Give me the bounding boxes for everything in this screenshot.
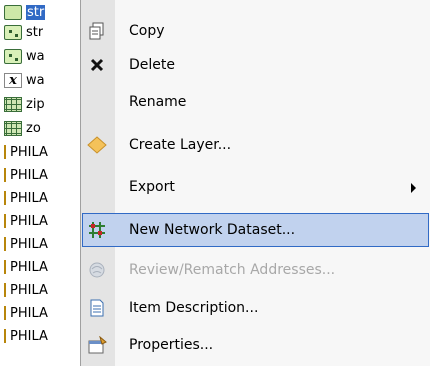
tree-item-label: PHILA	[10, 282, 48, 298]
context-menu: Copy Delete Rename Create Layer... Expor…	[80, 0, 430, 366]
catalog-tree: str str wa x wa zip zo PHILA PHILA PHILA…	[0, 0, 80, 366]
folder-bracket-icon	[3, 329, 6, 343]
folder-bracket-icon	[3, 306, 6, 320]
folder-bracket-icon	[3, 237, 6, 251]
folder-bracket-icon	[3, 145, 6, 159]
tree-item-label: PHILA	[10, 167, 48, 183]
menu-item-label: Item Description...	[129, 300, 259, 316]
tree-item-label: wa	[26, 48, 45, 64]
folder-bracket-icon	[3, 283, 6, 297]
tree-item[interactable]: PHILA	[0, 255, 48, 279]
menu-item-label: Export	[129, 179, 175, 195]
tree-item[interactable]: PHILA	[0, 186, 48, 210]
tree-item-label: wa	[26, 72, 45, 88]
menu-item-label: Rename	[129, 94, 187, 110]
tree-item-label: PHILA	[10, 305, 48, 321]
tree-item[interactable]: PHILA	[0, 278, 48, 302]
tree-item-label: PHILA	[10, 328, 48, 344]
line-feature-icon	[4, 4, 22, 20]
tree-item[interactable]: PHILA	[0, 163, 48, 187]
table-icon: x	[4, 72, 22, 88]
tree-item[interactable]: x wa	[0, 68, 45, 92]
menu-item-properties[interactable]: Properties...	[81, 327, 430, 363]
folder-bracket-icon	[3, 260, 6, 274]
menu-item-label: Create Layer...	[129, 137, 232, 153]
network-dataset-icon	[87, 221, 107, 239]
item-description-icon	[87, 299, 107, 317]
tree-item[interactable]: PHILA	[0, 140, 48, 164]
menu-item-label: Copy	[129, 23, 165, 39]
menu-item-label: Properties...	[129, 337, 214, 353]
tree-item-label: zip	[26, 96, 45, 112]
raster-icon	[4, 96, 22, 112]
tree-item-label: str	[26, 4, 46, 20]
folder-bracket-icon	[3, 214, 6, 228]
raster-icon	[4, 120, 22, 136]
menu-item-label: Review/Rematch Addresses...	[129, 262, 336, 278]
menu-item-review-rematch-addresses[interactable]: Review/Rematch Addresses...	[81, 252, 430, 288]
geocode-icon	[87, 261, 107, 279]
tree-item[interactable]: zip	[0, 92, 45, 116]
tree-item[interactable]: PHILA	[0, 209, 48, 233]
menu-item-item-description[interactable]: Item Description...	[81, 290, 430, 326]
point-feature-icon	[4, 24, 22, 40]
folder-bracket-icon	[3, 168, 6, 182]
tree-item-label: PHILA	[10, 144, 48, 160]
tree-item-label: zo	[26, 120, 41, 136]
tree-item-label: PHILA	[10, 236, 48, 252]
tree-item[interactable]: PHILA	[0, 324, 48, 348]
menu-item-rename[interactable]: Rename	[81, 84, 430, 120]
menu-item-label: Delete	[129, 57, 175, 73]
copy-icon	[87, 22, 107, 40]
tree-item[interactable]: PHILA	[0, 232, 48, 256]
delete-icon	[87, 56, 107, 74]
create-layer-icon	[87, 136, 107, 154]
properties-icon	[87, 336, 107, 354]
tree-item[interactable]: PHILA	[0, 301, 48, 325]
tree-item-label: PHILA	[10, 259, 48, 275]
menu-item-export[interactable]: Export	[81, 169, 430, 205]
menu-item-delete[interactable]: Delete	[81, 47, 430, 83]
tree-item-label: PHILA	[10, 190, 48, 206]
menu-item-label: New Network Dataset...	[129, 222, 296, 238]
menu-item-create-layer[interactable]: Create Layer...	[81, 127, 430, 163]
point-feature-icon	[4, 48, 22, 64]
folder-bracket-icon	[3, 191, 6, 205]
tree-item-label: str	[26, 24, 44, 40]
tree-item[interactable]: str	[0, 20, 43, 44]
submenu-arrow-icon	[411, 183, 416, 193]
tree-item[interactable]: wa	[0, 44, 45, 68]
menu-item-new-network-dataset[interactable]: New Network Dataset...	[81, 212, 430, 248]
menu-item-copy[interactable]: Copy	[81, 13, 430, 49]
tree-item[interactable]: zo	[0, 116, 41, 140]
tree-item-label: PHILA	[10, 213, 48, 229]
